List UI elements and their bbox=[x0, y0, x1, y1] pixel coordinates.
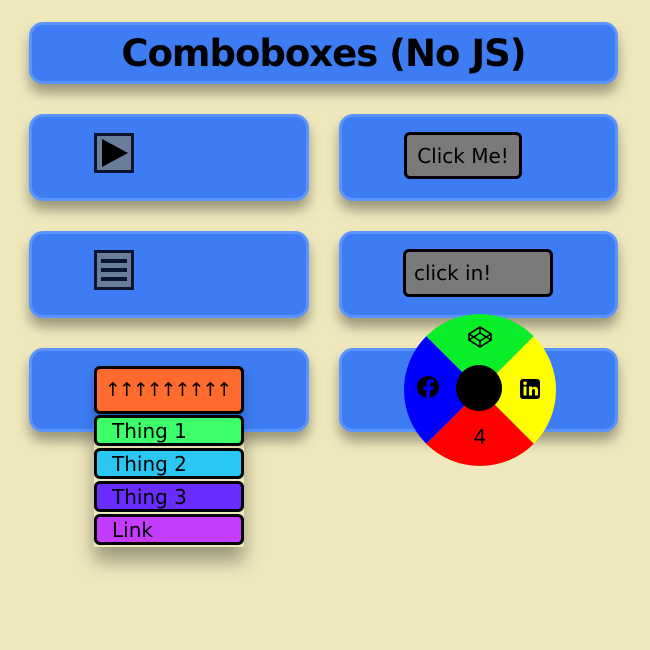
play-card bbox=[29, 114, 309, 201]
combobox-item-thing-3[interactable]: Thing 3 bbox=[94, 481, 244, 512]
combobox-item-thing-2[interactable]: Thing 2 bbox=[94, 448, 244, 479]
radial-center[interactable] bbox=[456, 365, 502, 411]
linkedin-icon bbox=[520, 379, 540, 399]
play-icon[interactable] bbox=[94, 133, 134, 173]
facebook-icon bbox=[417, 376, 439, 398]
radial-bottom-label: 4 bbox=[474, 425, 487, 449]
combobox-list: Thing 1 Thing 2 Thing 3 Link bbox=[94, 415, 244, 547]
combobox-item-link[interactable]: Link bbox=[94, 514, 244, 545]
combobox-toggle[interactable]: ↑↑↑↑↑↑↑↑↑ bbox=[94, 366, 244, 414]
click-me-button[interactable]: Click Me! bbox=[404, 132, 522, 179]
combobox-item-thing-1[interactable]: Thing 1 bbox=[94, 415, 244, 446]
radial-menu: 4 bbox=[404, 314, 556, 466]
title-banner: Comboboxes (No JS) bbox=[29, 22, 618, 84]
page-title: Comboboxes (No JS) bbox=[121, 31, 526, 75]
menu-card bbox=[29, 231, 309, 318]
click-in-input[interactable] bbox=[403, 249, 553, 297]
hamburger-menu-icon[interactable] bbox=[94, 250, 134, 290]
